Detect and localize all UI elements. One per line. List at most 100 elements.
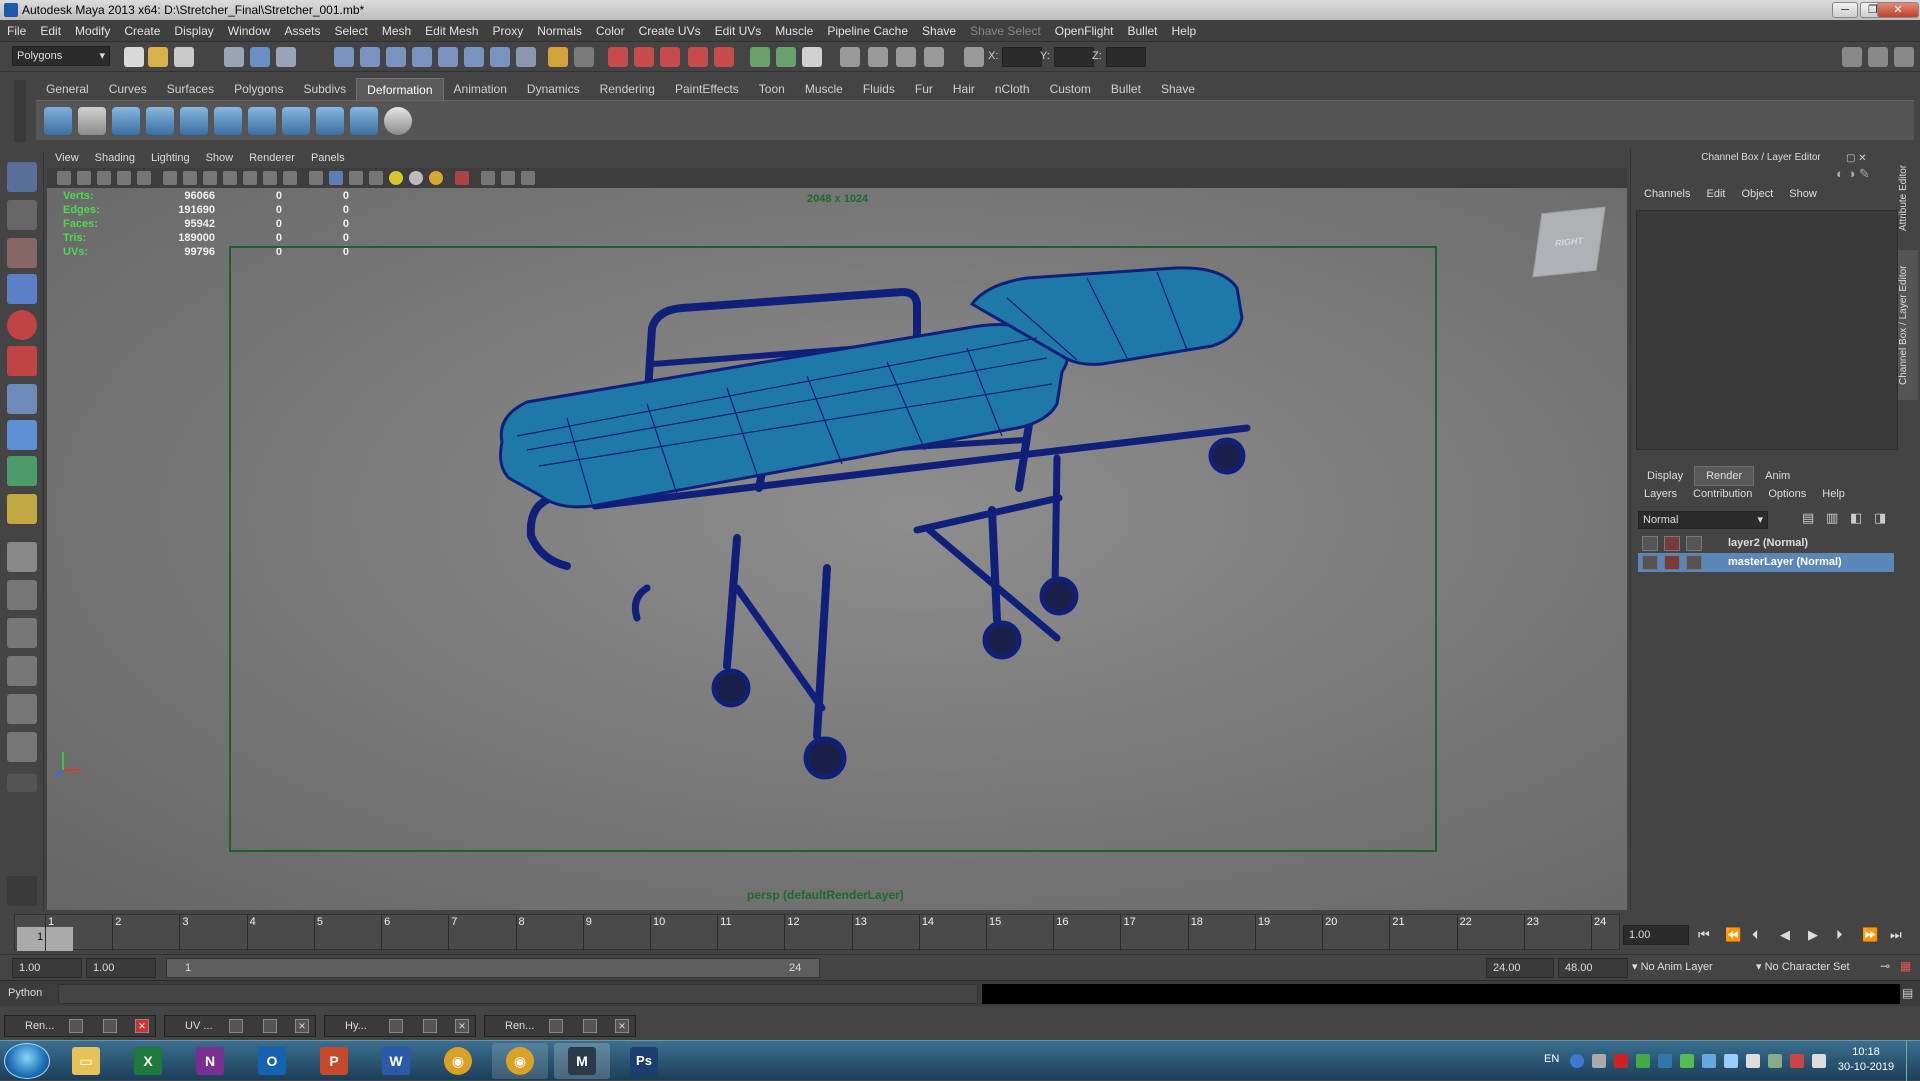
render-view-icon[interactable] [714,47,734,67]
stretcher-model[interactable] [47,188,1627,910]
cluster-icon[interactable] [78,107,106,135]
step-forward-key-icon[interactable]: ⏩ [1862,927,1878,943]
restore-icon[interactable] [69,1019,83,1033]
resolution-gate-icon[interactable] [203,171,217,185]
close-icon[interactable]: ✕ [455,1019,469,1033]
smooth-shade-icon[interactable] [329,171,343,185]
menu-select[interactable]: Select [327,20,374,42]
bend-icon[interactable] [112,107,140,135]
tab-attribute-editor[interactable]: Attribute Editor [1898,156,1918,240]
go-to-end-icon[interactable]: ⏭ [1890,927,1902,943]
transform-icon[interactable] [964,47,984,67]
layer-menu-contribution[interactable]: Contribution [1685,488,1760,500]
last-tool-icon[interactable] [7,494,37,524]
xray-active-icon[interactable] [501,171,515,185]
x-field[interactable] [1002,47,1042,67]
play-backwards-icon[interactable]: ◀ [1780,927,1790,943]
layer-record-icon[interactable] [1664,555,1680,570]
drive-icon[interactable] [1702,1054,1716,1068]
layer-row-selected[interactable]: masterLayer (Normal) [1638,553,1894,572]
layout-icon[interactable] [840,47,860,67]
perspective-viewport[interactable]: Verts: 96066 0 0 Edges: 191690 0 0 Faces: 95942… [47,188,1627,910]
layer-settings-icon[interactable] [1686,555,1702,570]
menu-edit-mesh[interactable]: Edit Mesh [418,20,485,42]
shadows-icon[interactable] [409,171,423,185]
range-slider[interactable]: 1 24 [166,958,820,978]
current-frame-field[interactable]: 1.00 [1623,925,1689,945]
blend-mode-dropdown[interactable]: Normal ▾ [1638,511,1768,529]
gate-mask-icon[interactable] [223,171,237,185]
play-forwards-icon[interactable]: ▶ [1808,927,1818,943]
film-gate-icon[interactable] [183,171,197,185]
maximize-icon[interactable] [263,1019,277,1033]
menu-create[interactable]: Create [117,20,167,42]
taskbar-chrome[interactable]: ◉ [430,1043,486,1079]
wireframe-icon[interactable] [309,171,323,185]
menu-pipeline-cache[interactable]: Pipeline Cache [820,20,915,42]
render-frame-icon[interactable] [608,47,628,67]
ambient-occlusion-icon[interactable] [429,171,443,185]
tab-polygons[interactable]: Polygons [224,78,293,100]
close-button[interactable]: ✕ [1877,2,1919,18]
tab-animation[interactable]: Animation [444,78,517,100]
new-scene-icon[interactable] [124,47,144,67]
anim-layer-dropdown[interactable]: ▾ No Anim Layer [1632,960,1713,973]
menuset-dropdown[interactable]: Polygons ▾ [12,46,110,66]
new-layer-selected-icon[interactable]: ▥ [1826,510,1838,526]
close-icon[interactable]: ▢ ✕ [1846,153,1867,164]
attribute-editor-toggle-icon[interactable] [1842,47,1862,67]
scale-tool-icon[interactable] [7,346,37,376]
close-icon[interactable]: ✕ [615,1019,629,1033]
select-hierarchy-icon[interactable] [224,47,244,67]
soft-mod-icon[interactable] [7,420,37,450]
grid-icon[interactable] [163,171,177,185]
graph-persp-layout-icon[interactable] [7,656,37,686]
menu-bullet[interactable]: Bullet [1120,20,1164,42]
new-layer-icon[interactable]: ▤ [1802,510,1814,526]
twist-icon[interactable] [248,107,276,135]
menu-proxy[interactable]: Proxy [486,20,531,42]
y-field[interactable] [1054,47,1094,67]
menu-openflight[interactable]: OpenFlight [1048,20,1121,42]
maximize-icon[interactable] [423,1019,437,1033]
menu-help[interactable]: Help [1165,20,1204,42]
power-icon[interactable] [1768,1054,1782,1068]
tab-muscle[interactable]: Muscle [795,78,853,100]
single-perspective-layout-icon[interactable] [7,542,37,572]
tab-toon[interactable]: Toon [749,78,795,100]
history-icon[interactable] [548,47,568,67]
viewport-menu-lighting[interactable]: Lighting [143,148,198,168]
channelbox-menu-channels[interactable]: Channels [1636,188,1698,200]
panel-float-icon[interactable]: ▢ ✕ [1846,150,1880,164]
viewport-menu-panels[interactable]: Panels [303,148,353,168]
playback-start-field[interactable]: 1.00 [86,958,156,978]
step-back-frame-icon[interactable]: ⏴ [1752,927,1759,943]
tab-custom[interactable]: Custom [1040,78,1101,100]
tab-surfaces[interactable]: Surfaces [157,78,224,100]
bookmarks-icon[interactable] [97,171,111,185]
wifi-icon[interactable] [1724,1054,1738,1068]
safe-action-icon[interactable] [263,171,277,185]
script-editor-icon[interactable]: ▤ [1902,986,1913,1000]
menu-muscle[interactable]: Muscle [768,20,820,42]
layer-options-icon[interactable]: ◧ [1850,510,1862,526]
character-set-dropdown[interactable]: ▾ No Character Set [1756,960,1850,973]
wave-icon[interactable] [282,107,310,135]
layer-menu-options[interactable]: Options [1760,488,1814,500]
persp-graph-layout-icon[interactable] [7,732,37,762]
sine-icon[interactable] [180,107,208,135]
restore-icon[interactable] [389,1019,403,1033]
pick-mask-2-icon[interactable] [360,47,380,67]
bluetooth-icon[interactable] [1658,1054,1672,1068]
xray-icon[interactable] [481,171,495,185]
show-manipulator-icon[interactable] [7,456,37,486]
move-tool-icon[interactable] [7,274,37,304]
language-indicator[interactable]: EN [1544,1053,1559,1065]
field-chart-icon[interactable] [243,171,257,185]
help-question-icon[interactable] [516,47,536,67]
flare-icon[interactable] [146,107,174,135]
layer-record-icon[interactable] [1664,536,1680,551]
tab-fur[interactable]: Fur [905,78,943,100]
save-scene-icon[interactable] [174,47,194,67]
layer-row[interactable]: layer2 (Normal) [1638,534,1894,553]
